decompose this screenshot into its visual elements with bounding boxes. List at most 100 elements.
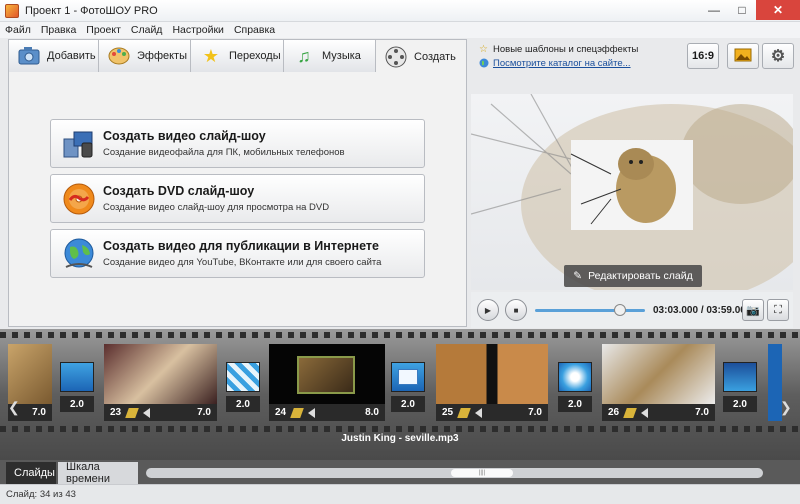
title-bar: Проект 1 - ФотоШОУ PRO — □ ✕ <box>0 0 800 22</box>
fullscreen-icon: ⛶ <box>774 303 782 316</box>
tab-add[interactable]: Добавить <box>8 39 99 72</box>
menu-file[interactable]: Файл <box>0 24 36 36</box>
menu-edit[interactable]: Правка <box>36 24 81 36</box>
seek-bar[interactable] <box>535 303 645 316</box>
aspect-ratio-button[interactable]: 16:9 <box>687 43 719 69</box>
transition-duration: 2.0 <box>723 396 757 412</box>
speaker-icon[interactable] <box>143 407 151 418</box>
globe-small-icon <box>478 58 489 69</box>
create-video-button[interactable]: Создать видео слайд-шоу Создание видеофа… <box>50 119 425 168</box>
edit-slide-label: Редактировать слайд <box>588 270 693 282</box>
edit-tool-icon[interactable] <box>125 407 139 418</box>
film-reel-icon <box>384 45 408 69</box>
edit-tool-icon[interactable] <box>290 407 304 418</box>
slide-thumb[interactable]: 25 7.0 <box>436 344 548 421</box>
slide-thumb[interactable]: 23 7.0 <box>104 344 217 421</box>
create-dvd-title: Создать DVD слайд-шоу <box>103 184 255 198</box>
speaker-icon[interactable] <box>475 407 483 418</box>
seek-knob[interactable] <box>613 303 626 316</box>
menu-project[interactable]: Проект <box>81 24 126 36</box>
camera-icon: 📷 <box>746 304 760 317</box>
star-outline-icon: ☆ <box>479 43 488 55</box>
music-note-icon: ♫ <box>297 45 311 66</box>
tab-effects[interactable]: Эффекты <box>98 39 191 72</box>
create-panel: Создать видео слайд-шоу Создание видеофа… <box>8 72 467 327</box>
speaker-icon[interactable] <box>641 407 649 418</box>
transition-thumb[interactable]: 2.0 <box>558 362 594 414</box>
transition-thumb[interactable]: 2.0 <box>226 362 262 414</box>
dvd-disc-icon <box>61 181 97 217</box>
transition-duration: 2.0 <box>60 396 94 412</box>
image-icon <box>734 48 752 65</box>
transition-duration: 2.0 <box>558 396 592 412</box>
slide-duration: 7.0 <box>528 407 542 418</box>
scroll-right-icon[interactable]: ❯ <box>780 399 792 416</box>
tab-transitions[interactable]: ★ Переходы <box>190 39 284 72</box>
slide-duration: 8.0 <box>365 407 379 418</box>
globe-icon <box>61 236 97 272</box>
slide-number: 26 <box>608 407 620 418</box>
bottom-tabs: Слайды Шкала времени |||| <box>0 460 800 485</box>
maximize-button[interactable]: □ <box>728 0 756 20</box>
playback-time: 03:03.000 / 03:59.000 <box>653 305 752 316</box>
create-video-title: Создать видео слайд-шоу <box>103 129 266 143</box>
menu-help[interactable]: Справка <box>229 24 280 36</box>
play-button[interactable]: ▶ <box>477 299 499 321</box>
edit-tool-icon[interactable] <box>623 407 637 418</box>
tab-music-label: Музыка <box>322 50 361 62</box>
news-box: ☆ Новые шаблоны и спецэффекты Посмотрите… <box>478 42 678 70</box>
slide-thumb[interactable]: 26 7.0 <box>602 344 715 421</box>
audio-track[interactable]: Justin King - seville.mp3 <box>0 433 800 444</box>
news-link[interactable]: Посмотрите каталог на сайте... <box>478 56 678 70</box>
slide-number: 24 <box>275 407 287 418</box>
horizontal-scrollbar[interactable]: |||| <box>146 468 763 478</box>
create-video-desc: Создание видеофайла для ПК, мобильных те… <box>103 147 345 158</box>
slide-timeline: 7.0 2.0 23 7.0 2.0 24 8.0 2.0 25 7.0 2.0… <box>0 329 800 460</box>
slide-duration: 7.0 <box>32 407 46 418</box>
status-text: Слайд: 34 из 43 <box>6 489 76 500</box>
create-dvd-button[interactable]: Создать DVD слайд-шоу Создание видео сла… <box>50 174 425 223</box>
news-text: Новые шаблоны и спецэффекты <box>493 43 639 55</box>
video-devices-icon <box>61 126 97 162</box>
tab-create[interactable]: Создать <box>375 39 467 73</box>
pencil-icon: ✎ <box>573 270 583 282</box>
transition-thumb[interactable]: 2.0 <box>723 362 759 414</box>
edit-tool-icon[interactable] <box>457 407 471 418</box>
scroll-left-icon[interactable]: ❮ <box>8 399 20 416</box>
tab-timeline[interactable]: Шкала времени <box>58 461 138 485</box>
tab-transitions-label: Переходы <box>229 50 281 62</box>
menu-slide[interactable]: Слайд <box>126 24 168 36</box>
main-tabs: Добавить Эффекты ★ Переходы ♫ Музыка Соз… <box>8 39 467 73</box>
menu-bar: Файл Правка Проект Слайд Настройки Справ… <box>0 22 800 38</box>
create-web-button[interactable]: Создать видео для публикации в Интернете… <box>50 229 425 278</box>
fullscreen-button[interactable]: ⛶ <box>767 299 789 321</box>
transition-thumb[interactable]: 2.0 <box>391 362 427 414</box>
transition-duration: 2.0 <box>391 396 425 412</box>
close-button[interactable]: ✕ <box>756 0 800 20</box>
tab-add-label: Добавить <box>47 50 96 62</box>
app-icon <box>5 3 19 18</box>
window-title: Проект 1 - ФотоШОУ PRO <box>25 4 158 17</box>
speaker-icon[interactable] <box>308 407 316 418</box>
menu-settings[interactable]: Настройки <box>167 24 229 36</box>
scroll-thumb[interactable]: |||| <box>451 469 513 477</box>
slide-duration: 7.0 <box>695 407 709 418</box>
tab-music[interactable]: ♫ Музыка <box>283 39 376 72</box>
create-web-title: Создать видео для публикации в Интернете <box>103 239 379 253</box>
slide-thumb[interactable]: 24 8.0 <box>269 344 385 421</box>
edit-slide-button[interactable]: ✎ Редактировать слайд <box>564 265 702 287</box>
stop-button[interactable]: ■ <box>505 299 527 321</box>
slide-preview <box>471 94 793 290</box>
slide-number: 25 <box>442 407 454 418</box>
play-icon: ▶ <box>484 305 492 315</box>
effects-palette-icon <box>107 44 131 68</box>
settings-button[interactable]: ⚙ <box>762 43 794 69</box>
snapshot-button[interactable]: 📷 <box>742 299 764 321</box>
slide-number: 23 <box>110 407 122 418</box>
transition-thumb[interactable]: 2.0 <box>60 362 96 414</box>
tab-effects-label: Эффекты <box>137 50 188 62</box>
background-button[interactable] <box>727 43 759 69</box>
tab-slides[interactable]: Слайды <box>6 462 56 484</box>
stop-icon: ■ <box>513 305 519 315</box>
minimize-button[interactable]: — <box>700 0 728 20</box>
